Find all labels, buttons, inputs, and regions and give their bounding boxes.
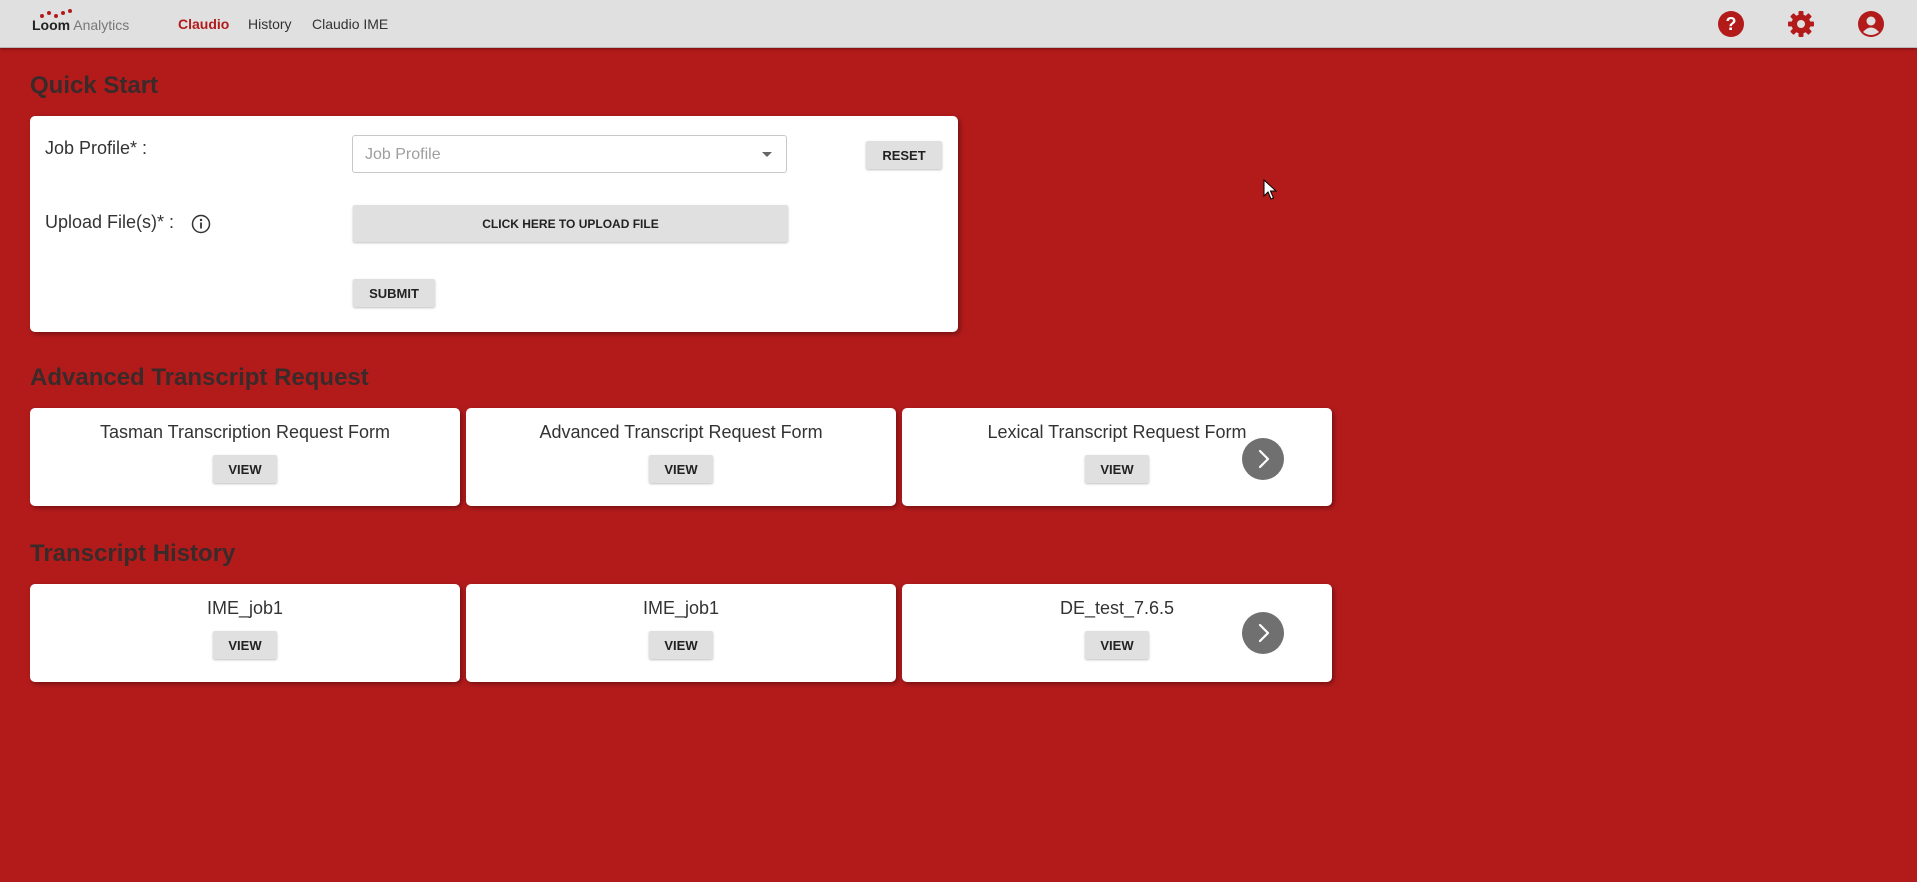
submit-button[interactable]: SUBMIT <box>353 279 435 307</box>
history-card: IME_job1 VIEW <box>30 584 460 682</box>
view-button[interactable]: VIEW <box>213 455 277 483</box>
view-button[interactable]: VIEW <box>649 455 713 483</box>
history-item-title: IME_job1 <box>642 598 720 618</box>
loom-analytics-logo[interactable]: Loom Analytics <box>32 8 132 38</box>
job-profile-select[interactable] <box>352 135 787 173</box>
job-profile-input[interactable] <box>363 145 747 165</box>
nav-claudio-ime[interactable]: Claudio IME <box>312 16 388 32</box>
history-item-title: IME_job1 <box>206 598 284 618</box>
logo-bold-text: Loom <box>32 17 71 33</box>
nav-claudio[interactable]: Claudio <box>178 16 229 32</box>
help-icon[interactable]: ? <box>1717 10 1745 38</box>
view-button[interactable]: VIEW <box>649 631 713 659</box>
reset-button[interactable]: RESET <box>866 141 942 169</box>
logo-text: Loom Analytics <box>32 17 129 33</box>
svg-text:?: ? <box>1726 14 1737 34</box>
info-icon[interactable] <box>191 214 211 234</box>
mouse-cursor-icon <box>1263 179 1277 200</box>
nav-history[interactable]: History <box>248 16 292 32</box>
view-button[interactable]: VIEW <box>1085 631 1149 659</box>
logo-light-text: Analytics <box>73 17 130 33</box>
request-form-card: Tasman Transcription Request Form VIEW <box>30 408 460 506</box>
upload-files-label: Upload File(s)* : <box>45 212 175 232</box>
top-navigation-bar: Loom Analytics Claudio History Claudio I… <box>0 0 1917 48</box>
chevron-right-icon <box>1258 623 1270 643</box>
account-icon[interactable] <box>1857 10 1885 38</box>
view-button[interactable]: VIEW <box>1085 455 1149 483</box>
quick-start-title: Quick Start <box>30 72 159 99</box>
gear-icon[interactable] <box>1787 10 1815 38</box>
upload-file-button[interactable]: CLICK HERE TO UPLOAD FILE <box>353 205 788 242</box>
request-form-title: Advanced Transcript Request Form <box>539 422 823 442</box>
transcript-history-title: Transcript History <box>30 540 236 567</box>
request-form-title: Tasman Transcription Request Form <box>99 422 391 442</box>
next-arrow-button[interactable] <box>1242 438 1284 480</box>
advanced-transcript-title: Advanced Transcript Request <box>30 364 369 391</box>
chevron-down-icon[interactable] <box>762 152 772 157</box>
job-profile-label: Job Profile* : <box>45 138 148 158</box>
history-card: IME_job1 VIEW <box>466 584 896 682</box>
view-button[interactable]: VIEW <box>213 631 277 659</box>
request-form-card: Advanced Transcript Request Form VIEW <box>466 408 896 506</box>
chevron-right-icon <box>1258 449 1270 469</box>
quick-start-card: Job Profile* : RESET Upload File(s)* : C… <box>30 116 958 332</box>
next-arrow-button[interactable] <box>1242 612 1284 654</box>
